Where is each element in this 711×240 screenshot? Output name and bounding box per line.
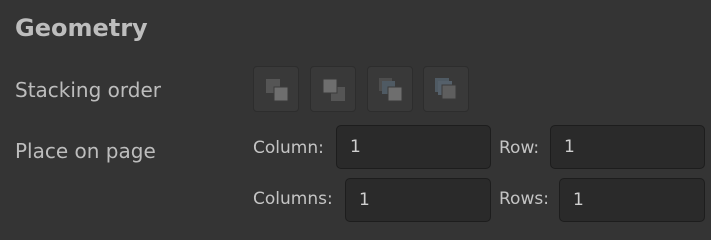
send-backward-button[interactable]	[423, 66, 469, 112]
row-field[interactable]	[550, 125, 705, 169]
rows-field[interactable]	[559, 178, 705, 222]
stacking-order-label: Stacking order	[15, 78, 161, 102]
section-title: Geometry	[15, 14, 148, 42]
bring-to-front-button[interactable]	[253, 66, 299, 112]
send-to-back-icon	[322, 78, 345, 101]
send-backward-icon	[435, 78, 457, 100]
columns-field[interactable]	[345, 178, 491, 222]
place-on-page-label: Place on page	[15, 139, 156, 163]
rows-label: Rows:	[499, 189, 549, 209]
bring-forward-icon	[379, 78, 403, 102]
bring-forward-button[interactable]	[367, 66, 413, 112]
send-to-back-button[interactable]	[310, 66, 356, 112]
row-label: Row:	[499, 138, 540, 158]
columns-label: Columns:	[253, 189, 333, 209]
geometry-panel: Geometry Stacking order Place on page Co…	[0, 0, 711, 228]
bring-to-front-icon	[266, 79, 289, 102]
column-field[interactable]	[336, 125, 491, 169]
column-label: Column:	[253, 138, 324, 158]
